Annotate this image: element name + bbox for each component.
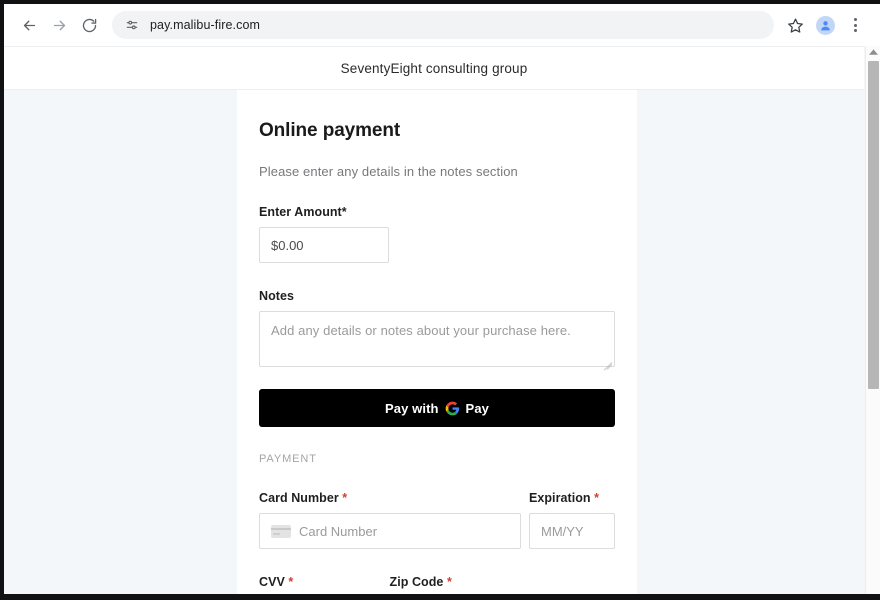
zip-code-label-text: Zip Code (389, 575, 444, 589)
cvv-zip-row: CVV * CVV Zip Code * (259, 549, 615, 594)
notes-textarea[interactable]: Add any details or notes about your purc… (259, 311, 615, 371)
page-subtitle: Please enter any details in the notes se… (259, 164, 518, 179)
notes-label: Notes (259, 289, 615, 303)
back-arrow-icon[interactable] (14, 10, 44, 40)
expiration-label-text: Expiration (528, 491, 591, 505)
expiration-label: Expiration * (529, 491, 615, 505)
card-number-input[interactable]: Card Number (259, 513, 521, 549)
amount-placeholder: $0.00 (271, 237, 304, 253)
expiration-required-mark: * (594, 491, 600, 505)
tune-sliders-icon[interactable] (124, 17, 140, 33)
browser-toolbar: pay.malibu-fire.com (4, 4, 880, 46)
card-number-label: Card Number * (259, 491, 521, 505)
gpay-text-after: Pay (465, 400, 489, 416)
screenshot-frame: pay.malibu-fire.com SeventyEight consult… (0, 0, 880, 600)
amount-label-text: Enter Amount (259, 205, 342, 219)
expiration-input[interactable]: MM/YY (528, 513, 615, 549)
card-expiration-row: Card Number * Card Number Expiration * M… (259, 465, 615, 549)
page-viewport: SeventyEight consulting group Online pay… (4, 46, 880, 594)
profile-avatar-icon[interactable] (810, 10, 840, 40)
payment-section-legend: PAYMENT (259, 453, 317, 465)
toolbar-right-icons (780, 10, 870, 40)
url-text: pay.malibu-fire.com (150, 18, 261, 32)
site-title: SeventyEight consulting group (340, 60, 528, 76)
gpay-text-before: Pay with (385, 400, 439, 416)
scrollbar-thumb[interactable] (868, 61, 879, 389)
expiration-placeholder: MM/YY (540, 523, 584, 539)
zip-code-required-mark: * (446, 575, 452, 589)
page-title: Online payment (259, 120, 401, 141)
notes-placeholder: Add any details or notes about your purc… (271, 323, 571, 338)
google-g-logo (445, 401, 460, 416)
notes-label-text: Notes (259, 289, 294, 303)
card-number-placeholder: Card Number (299, 523, 378, 539)
vertical-scrollbar[interactable] (865, 46, 880, 594)
three-dots-menu-icon[interactable] (840, 10, 870, 40)
cvv-label-text: CVV (259, 575, 285, 589)
payment-card: Online payment Please enter any details … (237, 90, 637, 594)
resize-handle-icon[interactable] (602, 354, 613, 371)
zip-code-label: Zip Code * (390, 575, 615, 589)
site-header: SeventyEight consulting group (4, 46, 864, 90)
credit-card-icon (271, 524, 291, 538)
amount-input[interactable]: $0.00 (259, 227, 389, 263)
cvv-required-mark: * (288, 575, 294, 589)
reload-icon[interactable] (74, 10, 104, 40)
star-icon[interactable] (780, 10, 810, 40)
amount-label: Enter Amount* (259, 205, 615, 219)
page-content: Online payment Please enter any details … (4, 90, 864, 594)
cvv-label: CVV * (259, 575, 382, 589)
card-number-label-text: Card Number (259, 491, 339, 505)
forward-arrow-icon[interactable] (44, 10, 74, 40)
scroll-up-arrow-icon[interactable] (866, 49, 880, 56)
browser-window: pay.malibu-fire.com SeventyEight consult… (4, 4, 880, 594)
amount-required-mark: * (341, 205, 347, 219)
card-number-required-mark: * (342, 491, 348, 505)
pay-with-google-pay-button[interactable]: Pay with Pay (259, 389, 615, 427)
address-bar[interactable]: pay.malibu-fire.com (112, 11, 774, 39)
